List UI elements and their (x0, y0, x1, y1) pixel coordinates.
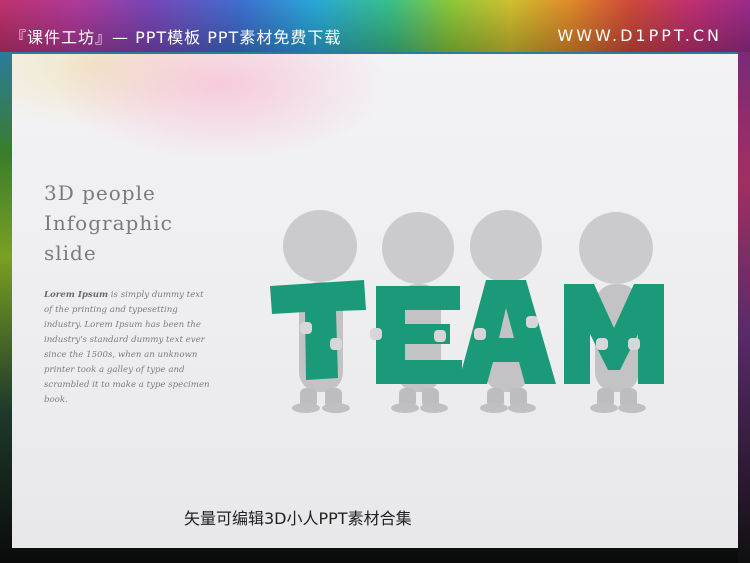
letter-e (370, 286, 462, 384)
header-url[interactable]: WWW.D1PPT.CN (557, 26, 722, 45)
header-banner: 『课件工坊』— PPT模板 PPT素材免费下载 WWW.D1PPT.CN (0, 0, 750, 52)
slide-canvas: 3D people Infographic slide Lorem Ipsum … (12, 54, 738, 548)
letter-t (270, 280, 366, 380)
header-title: 『课件工坊』— PPT模板 PPT素材免费下载 (10, 28, 342, 47)
slide-title: 3D people Infographic slide (44, 178, 224, 268)
slide-frame-right (738, 52, 750, 563)
slide-title-line-2: Infographic (44, 211, 173, 235)
body-lead: Lorem Ipsum (44, 290, 109, 300)
slide-title-line-3: slide (44, 241, 97, 265)
slide-title-line-1: 3D people (44, 181, 156, 205)
slide-caption: 矢量可编辑3D小人PPT素材合集 (184, 509, 412, 528)
body-rest: is simply dummy text of the printing and… (44, 290, 210, 405)
team-illustration (270, 210, 664, 413)
body-paragraph: Lorem Ipsum is simply dummy text of the … (44, 288, 214, 408)
